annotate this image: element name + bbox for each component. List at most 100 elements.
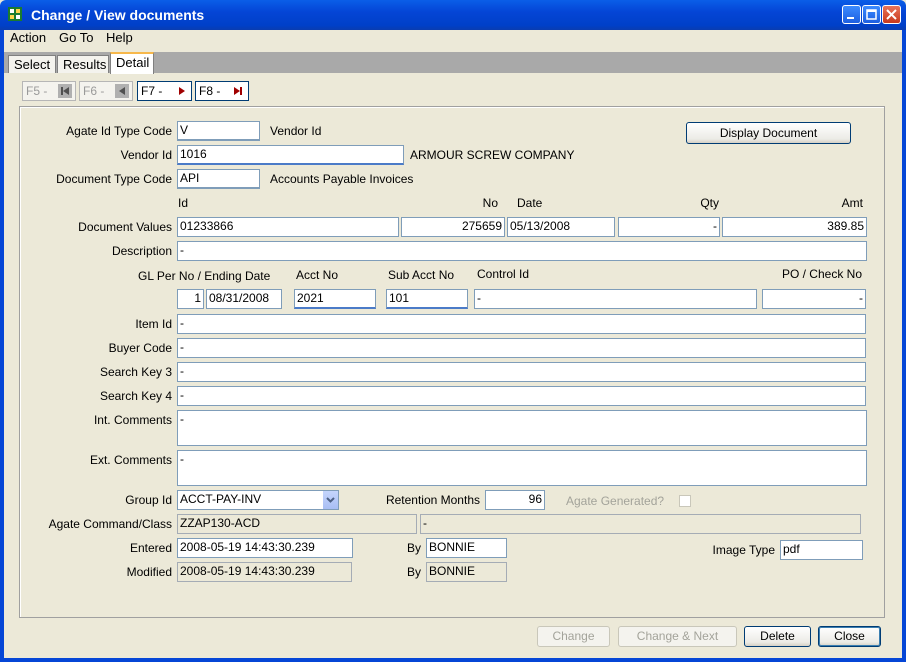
search-key-3-label: Search Key 3: [99, 365, 172, 379]
buyer-code-input[interactable]: -: [177, 338, 866, 358]
search-key-4-input[interactable]: -: [177, 386, 866, 406]
tab-select[interactable]: Select: [8, 55, 56, 73]
minimize-icon: [847, 17, 854, 19]
retention-months-label: Retention Months: [385, 493, 480, 507]
modified-by-input: BONNIE: [426, 562, 507, 582]
entered-by-label: By: [406, 541, 421, 555]
int-comments-label: Int. Comments: [93, 413, 172, 427]
description-label: Description: [111, 244, 172, 258]
delete-button[interactable]: Delete: [744, 626, 811, 647]
first-record-icon: [58, 84, 72, 98]
agate-id-type-desc: Vendor Id: [270, 124, 322, 138]
doc-id-header: Id: [178, 196, 189, 210]
menu-help[interactable]: Help: [106, 30, 133, 45]
po-check-no-label: PO / Check No: [781, 267, 862, 281]
next-record-icon: [179, 87, 185, 95]
previous-record-icon: [115, 84, 129, 98]
ending-date-input[interactable]: 08/31/2008: [206, 289, 282, 309]
first-record-button[interactable]: F5 -: [22, 81, 76, 101]
maximize-button[interactable]: [862, 5, 881, 24]
next-record-button[interactable]: F7 -: [137, 81, 192, 101]
acct-no-label: Acct No: [296, 268, 339, 282]
buyer-code-label: Buyer Code: [108, 341, 172, 355]
f5-label: F5 -: [26, 84, 48, 98]
agate-generated-label: Agate Generated?: [566, 494, 665, 508]
gl-per-no-input[interactable]: 1: [177, 289, 204, 309]
search-key-3-input[interactable]: -: [177, 362, 866, 382]
doc-qty-input[interactable]: -: [618, 217, 720, 237]
ext-comments-input[interactable]: -: [177, 450, 867, 486]
vendor-id-input[interactable]: 1016: [177, 145, 404, 165]
retention-months-input[interactable]: 96: [485, 490, 545, 510]
vendor-name: ARMOUR SCREW COMPANY: [410, 148, 575, 162]
agate-generated-checkbox[interactable]: [679, 495, 691, 507]
doc-id-input[interactable]: 01233866: [177, 217, 399, 237]
item-id-input[interactable]: -: [177, 314, 866, 334]
window-frame-left: [0, 30, 4, 662]
document-values-label: Document Values: [78, 220, 172, 234]
f7-label: F7 -: [141, 84, 163, 98]
change-button[interactable]: Change: [537, 626, 610, 647]
group-id-value: ACCT-PAY-INV: [180, 492, 262, 506]
menu-action[interactable]: Action: [10, 30, 46, 45]
agate-id-type-code-input[interactable]: V: [177, 121, 260, 141]
image-type-input[interactable]: pdf: [780, 540, 863, 560]
document-type-code-input[interactable]: API: [177, 169, 260, 189]
minimize-button[interactable]: [842, 5, 861, 24]
doc-date-header: Date: [517, 196, 543, 210]
vendor-id-label: Vendor Id: [120, 148, 172, 162]
group-id-label: Group Id: [125, 493, 172, 507]
agate-id-type-code-label: Agate Id Type Code: [66, 124, 172, 138]
modified-input: 2008-05-19 14:43:30.239: [177, 562, 352, 582]
doc-no-input[interactable]: 275659: [401, 217, 505, 237]
change-next-button[interactable]: Change & Next: [618, 626, 737, 647]
f8-label: F8 -: [199, 84, 221, 98]
document-type-code-label: Document Type Code: [56, 172, 172, 186]
entered-by-input[interactable]: BONNIE: [426, 538, 507, 558]
doc-date-input[interactable]: 05/13/2008: [507, 217, 615, 237]
entered-input[interactable]: 2008-05-19 14:43:30.239: [177, 538, 353, 558]
window-frame-right: [902, 30, 906, 662]
sub-acct-no-input[interactable]: 101: [386, 289, 468, 309]
document-type-desc: Accounts Payable Invoices: [270, 172, 414, 186]
tab-results[interactable]: Results: [57, 55, 109, 73]
doc-amt-input[interactable]: 389.85: [722, 217, 867, 237]
group-id-dropdown-button[interactable]: [322, 491, 338, 509]
close-window-button[interactable]: [882, 5, 901, 24]
agate-command-input: ZZAP130-ACD: [177, 514, 417, 534]
ext-comments-label: Ext. Comments: [89, 453, 172, 467]
item-id-label: Item Id: [135, 317, 172, 331]
chevron-down-icon: [326, 497, 335, 503]
acct-no-input[interactable]: 2021: [294, 289, 376, 309]
int-comments-input[interactable]: -: [177, 410, 867, 446]
control-id-input[interactable]: -: [474, 289, 757, 309]
close-icon: [886, 9, 897, 20]
last-record-button[interactable]: F8 -: [195, 81, 249, 101]
group-id-select[interactable]: ACCT-PAY-INV: [177, 490, 339, 510]
control-id-label: Control Id: [477, 267, 530, 281]
image-type-label: Image Type: [712, 543, 775, 557]
f6-label: F6 -: [83, 84, 105, 98]
modified-by-label: By: [406, 565, 421, 579]
menu-go-to[interactable]: Go To: [59, 30, 93, 45]
po-check-no-input[interactable]: -: [762, 289, 866, 309]
doc-qty-header: Qty: [700, 196, 719, 210]
sub-acct-no-label: Sub Acct No: [388, 268, 455, 282]
doc-amt-header: Amt: [841, 196, 863, 210]
agate-command-class-label: Agate Command/Class: [48, 517, 172, 531]
last-record-icon: [234, 87, 242, 95]
display-document-button[interactable]: Display Document: [686, 122, 851, 144]
window-frame-bottom: [0, 658, 906, 662]
window-title: Change / View documents: [31, 7, 205, 23]
agate-class-input: -: [420, 514, 861, 534]
modified-label: Modified: [126, 565, 172, 579]
maximize-icon: [866, 9, 877, 20]
doc-no-header: No: [482, 196, 498, 210]
entered-label: Entered: [129, 541, 172, 555]
app-icon: [8, 7, 22, 21]
previous-record-button[interactable]: F6 -: [79, 81, 133, 101]
close-button[interactable]: Close: [818, 626, 881, 647]
description-input[interactable]: -: [177, 241, 867, 261]
gl-per-label: GL Per No / Ending Date: [138, 269, 271, 283]
tab-detail[interactable]: Detail: [110, 52, 154, 74]
